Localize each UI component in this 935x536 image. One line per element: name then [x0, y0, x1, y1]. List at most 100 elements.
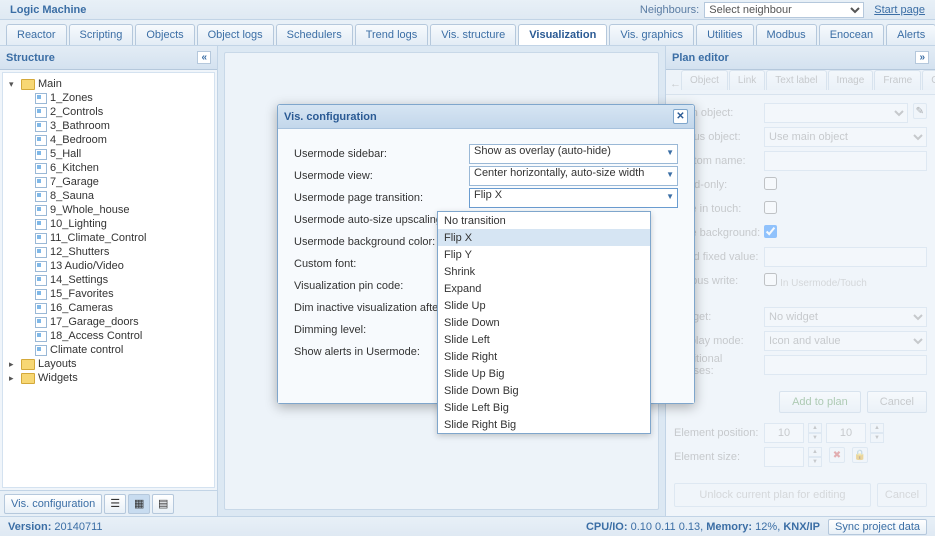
dropdown-option-no-transition[interactable]: No transition: [438, 212, 650, 229]
pos-y-input[interactable]: [826, 423, 866, 443]
tab-alerts[interactable]: Alerts: [886, 24, 935, 45]
thumbnail-view-icon[interactable]: ▤: [152, 494, 174, 514]
pos-y-down-icon[interactable]: ▼: [870, 433, 884, 443]
plan-editor-header: Plan editor »: [666, 46, 935, 70]
size-w-down-icon[interactable]: ▼: [808, 457, 822, 467]
tree-item-3-bathroom[interactable]: 3_Bathroom: [5, 119, 212, 133]
tree-item-5-hall[interactable]: 5_Hall: [5, 147, 212, 161]
tree-item-2-controls[interactable]: 2_Controls: [5, 105, 212, 119]
tree-item-17-garage-doors[interactable]: 17_Garage_doors: [5, 315, 212, 329]
dropdown-option-slide-up[interactable]: Slide Up: [438, 297, 650, 314]
tree-item-6-kitchen[interactable]: 6_Kitchen: [5, 161, 212, 175]
modal-header[interactable]: Vis. configuration ✕: [278, 105, 694, 129]
tab-modbus[interactable]: Modbus: [756, 24, 817, 45]
pos-x-input[interactable]: [764, 423, 804, 443]
size-w-up-icon[interactable]: ▲: [808, 447, 822, 457]
tab-utilities[interactable]: Utilities: [696, 24, 753, 45]
tab-visualization[interactable]: Visualization: [518, 24, 607, 45]
plan-tab-link[interactable]: Link: [729, 70, 765, 90]
tree-folder-layouts[interactable]: ▸Layouts: [5, 357, 212, 371]
cancel-button[interactable]: Cancel: [867, 391, 927, 413]
tree-item-8-sauna[interactable]: 8_Sauna: [5, 189, 212, 203]
tab-vis-structure[interactable]: Vis. structure: [430, 24, 516, 45]
add-to-plan-button[interactable]: Add to plan: [779, 391, 861, 413]
collapse-sidebar-icon[interactable]: «: [197, 51, 211, 64]
pos-x-down-icon[interactable]: ▼: [808, 433, 822, 443]
tree-folder-widgets[interactable]: ▸Widgets: [5, 371, 212, 385]
cancel-unlock-button[interactable]: Cancel: [877, 483, 927, 507]
tab-vis-graphics[interactable]: Vis. graphics: [609, 24, 694, 45]
tree-folder-main[interactable]: ▾Main: [5, 77, 212, 91]
status-object-select[interactable]: Use main object: [764, 127, 927, 147]
start-page-link[interactable]: Start page: [874, 4, 925, 16]
no-write-checkbox[interactable]: [764, 273, 777, 286]
tab-reactor[interactable]: Reactor: [6, 24, 67, 45]
lock-icon[interactable]: 🔒: [852, 447, 868, 463]
hide-bg-checkbox[interactable]: [764, 225, 777, 238]
modal-close-icon[interactable]: ✕: [673, 109, 688, 124]
tree-item-15-favorites[interactable]: 15_Favorites: [5, 287, 212, 301]
modal-select-0[interactable]: Show as overlay (auto-hide): [469, 144, 678, 164]
tree-item-10-lighting[interactable]: 10_Lighting: [5, 217, 212, 231]
tab-trend-logs[interactable]: Trend logs: [355, 24, 429, 45]
dropdown-option-slide-right[interactable]: Slide Right: [438, 348, 650, 365]
modal-select-2[interactable]: Flip X: [469, 188, 678, 208]
widget-select[interactable]: No widget: [764, 307, 927, 327]
list-view-icon[interactable]: ☰: [104, 494, 126, 514]
hide-touch-checkbox[interactable]: [764, 201, 777, 214]
tree-item-9-whole-house[interactable]: 9_Whole_house: [5, 203, 212, 217]
dropdown-option-slide-right-big[interactable]: Slide Right Big: [438, 416, 650, 433]
grid-view-icon[interactable]: ▦: [128, 494, 150, 514]
expand-panel-icon[interactable]: »: [915, 51, 929, 64]
sync-project-button[interactable]: Sync project data: [828, 519, 927, 535]
dropdown-option-expand[interactable]: Expand: [438, 280, 650, 297]
pos-x-up-icon[interactable]: ▲: [808, 423, 822, 433]
page-icon: [35, 163, 47, 174]
display-mode-select[interactable]: Icon and value: [764, 331, 927, 351]
dropdown-option-flip-y[interactable]: Flip Y: [438, 246, 650, 263]
modal-select-1[interactable]: Center horizontally, auto-size width: [469, 166, 678, 186]
tree-item-11-climate-control[interactable]: 11_Climate_Control: [5, 231, 212, 245]
unlock-plan-button[interactable]: Unlock current plan for editing: [674, 483, 871, 507]
plan-tab-text-label[interactable]: Text label: [766, 70, 826, 90]
tree-item-climate-control[interactable]: Climate control: [5, 343, 212, 357]
tab-object-logs[interactable]: Object logs: [197, 24, 274, 45]
dropdown-option-slide-left[interactable]: Slide Left: [438, 331, 650, 348]
page-transition-dropdown[interactable]: No transitionFlip XFlip YShrinkExpandSli…: [437, 211, 651, 434]
send-fixed-input[interactable]: [764, 247, 927, 267]
dropdown-option-flip-x[interactable]: Flip X: [438, 229, 650, 246]
plan-tab-image[interactable]: Image: [828, 70, 874, 90]
tab-scripting[interactable]: Scripting: [69, 24, 134, 45]
tree-item-18-access-control[interactable]: 18_Access Control: [5, 329, 212, 343]
tree-item-4-bedroom[interactable]: 4_Bedroom: [5, 133, 212, 147]
plan-tab-frame[interactable]: Frame: [874, 70, 921, 90]
read-only-checkbox[interactable]: [764, 177, 777, 190]
main-object-select[interactable]: [764, 103, 908, 123]
delete-icon[interactable]: ✖: [829, 447, 845, 463]
plan-tab-object[interactable]: Object: [681, 70, 728, 90]
tab-objects[interactable]: Objects: [135, 24, 194, 45]
pos-y-up-icon[interactable]: ▲: [870, 423, 884, 433]
tree-item-1-zones[interactable]: 1_Zones: [5, 91, 212, 105]
edit-object-icon[interactable]: ✎: [913, 103, 927, 119]
tabs-scroll-left-icon[interactable]: ←: [670, 74, 681, 94]
dropdown-option-slide-up-big[interactable]: Slide Up Big: [438, 365, 650, 382]
plan-tab-gau[interactable]: Gau: [922, 70, 935, 90]
dropdown-option-shrink[interactable]: Shrink: [438, 263, 650, 280]
dropdown-option-slide-down[interactable]: Slide Down: [438, 314, 650, 331]
tab-enocean[interactable]: Enocean: [819, 24, 884, 45]
custom-name-input[interactable]: [764, 151, 927, 171]
tree-item-7-garage[interactable]: 7_Garage: [5, 175, 212, 189]
dropdown-option-slide-down-big[interactable]: Slide Down Big: [438, 382, 650, 399]
size-w-input[interactable]: [764, 447, 804, 467]
tree-item-12-shutters[interactable]: 12_Shutters: [5, 245, 212, 259]
tree-item-13-audio-video[interactable]: 13 Audio/Video: [5, 259, 212, 273]
status-bar: Version: 20140711 CPU/IO: 0.10 0.11 0.13…: [0, 516, 935, 536]
tree-item-16-cameras[interactable]: 16_Cameras: [5, 301, 212, 315]
add-classes-input[interactable]: [764, 355, 927, 375]
tab-schedulers[interactable]: Schedulers: [276, 24, 353, 45]
dropdown-option-slide-left-big[interactable]: Slide Left Big: [438, 399, 650, 416]
vis-config-button[interactable]: Vis. configuration: [4, 494, 102, 514]
tree-item-14-settings[interactable]: 14_Settings: [5, 273, 212, 287]
neighbour-select[interactable]: Select neighbour: [704, 2, 864, 18]
